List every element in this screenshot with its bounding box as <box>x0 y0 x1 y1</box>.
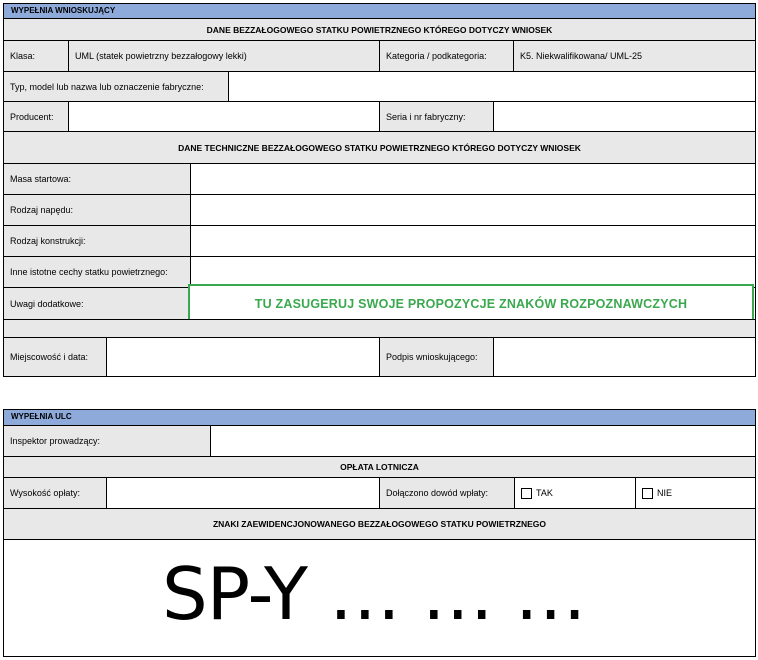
nie-option[interactable]: NIE <box>635 477 756 509</box>
klasa-label: Klasa: <box>3 40 69 72</box>
uwagi-label: Uwagi dodatkowe: <box>3 287 191 320</box>
kategoria-value: K5. Niekwalifikowana/ UML-25 <box>513 40 756 72</box>
naped-label: Rodzaj napędu: <box>3 194 191 226</box>
seria-label: Seria i nr fabryczny: <box>379 101 494 132</box>
podpis-label: Podpis wnioskującego: <box>379 337 494 377</box>
masa-label: Masa startowa: <box>3 163 191 195</box>
technical-data-heading: DANE TECHNICZNE BEZZAŁOGOWEGO STATKU POW… <box>3 131 756 164</box>
nie-label: NIE <box>657 488 673 498</box>
seria-field[interactable] <box>493 101 756 132</box>
dowod-label: Dołączono dowód wpłaty: <box>379 477 515 509</box>
producent-label: Producent: <box>3 101 69 132</box>
typ-field[interactable] <box>228 71 756 102</box>
konstrukcja-field[interactable] <box>190 225 756 257</box>
miejscowosc-label: Miejscowość i data: <box>3 337 107 377</box>
producent-field[interactable] <box>68 101 380 132</box>
inspektor-label: Inspektor prowadzący: <box>3 425 211 457</box>
znaki-heading: ZNAKI ZAEWIDENCJONOWANEGO BEZZAŁOGOWEGO … <box>3 508 756 540</box>
tak-option[interactable]: TAK <box>514 477 636 509</box>
kategoria-label: Kategoria / podkategoria: <box>379 40 514 72</box>
nie-checkbox[interactable] <box>642 487 653 499</box>
miejscowosc-field[interactable] <box>106 337 380 377</box>
konstrukcja-label: Rodzaj konstrukcji: <box>3 225 191 257</box>
naped-field[interactable] <box>190 194 756 226</box>
registration-marks: SP-Y … … … <box>162 552 587 636</box>
tak-checkbox[interactable] <box>521 487 532 499</box>
aircraft-data-heading: DANE BEZZAŁOGOWEGO STATKU POWIETRZNEGO K… <box>3 18 756 41</box>
oplata-heading: OPŁATA LOTNICZA <box>3 456 756 478</box>
wysokosc-field[interactable] <box>106 477 380 509</box>
cechy-label: Inne istotne cechy statku powietrznego: <box>3 256 191 288</box>
spacer-row <box>3 319 756 338</box>
tak-label: TAK <box>536 488 553 498</box>
masa-field[interactable] <box>190 163 756 195</box>
podpis-field[interactable] <box>493 337 756 377</box>
section-header-applicant: WYPEŁNIA WNIOSKUJĄCY <box>3 3 756 19</box>
inspektor-field[interactable] <box>210 425 756 457</box>
wysokosc-label: Wysokość opłaty: <box>3 477 107 509</box>
uwagi-overlay-note: TU ZASUGERUJ SWOJE PROPOZYCJE ZNAKÓW ROZ… <box>188 284 754 323</box>
klasa-value: UML (statek powietrzny bezzałogowy lekki… <box>68 40 380 72</box>
typ-label: Typ, model lub nazwa lub oznaczenie fabr… <box>3 71 229 102</box>
section-header-ulc: WYPEŁNIA ULC <box>3 409 756 426</box>
